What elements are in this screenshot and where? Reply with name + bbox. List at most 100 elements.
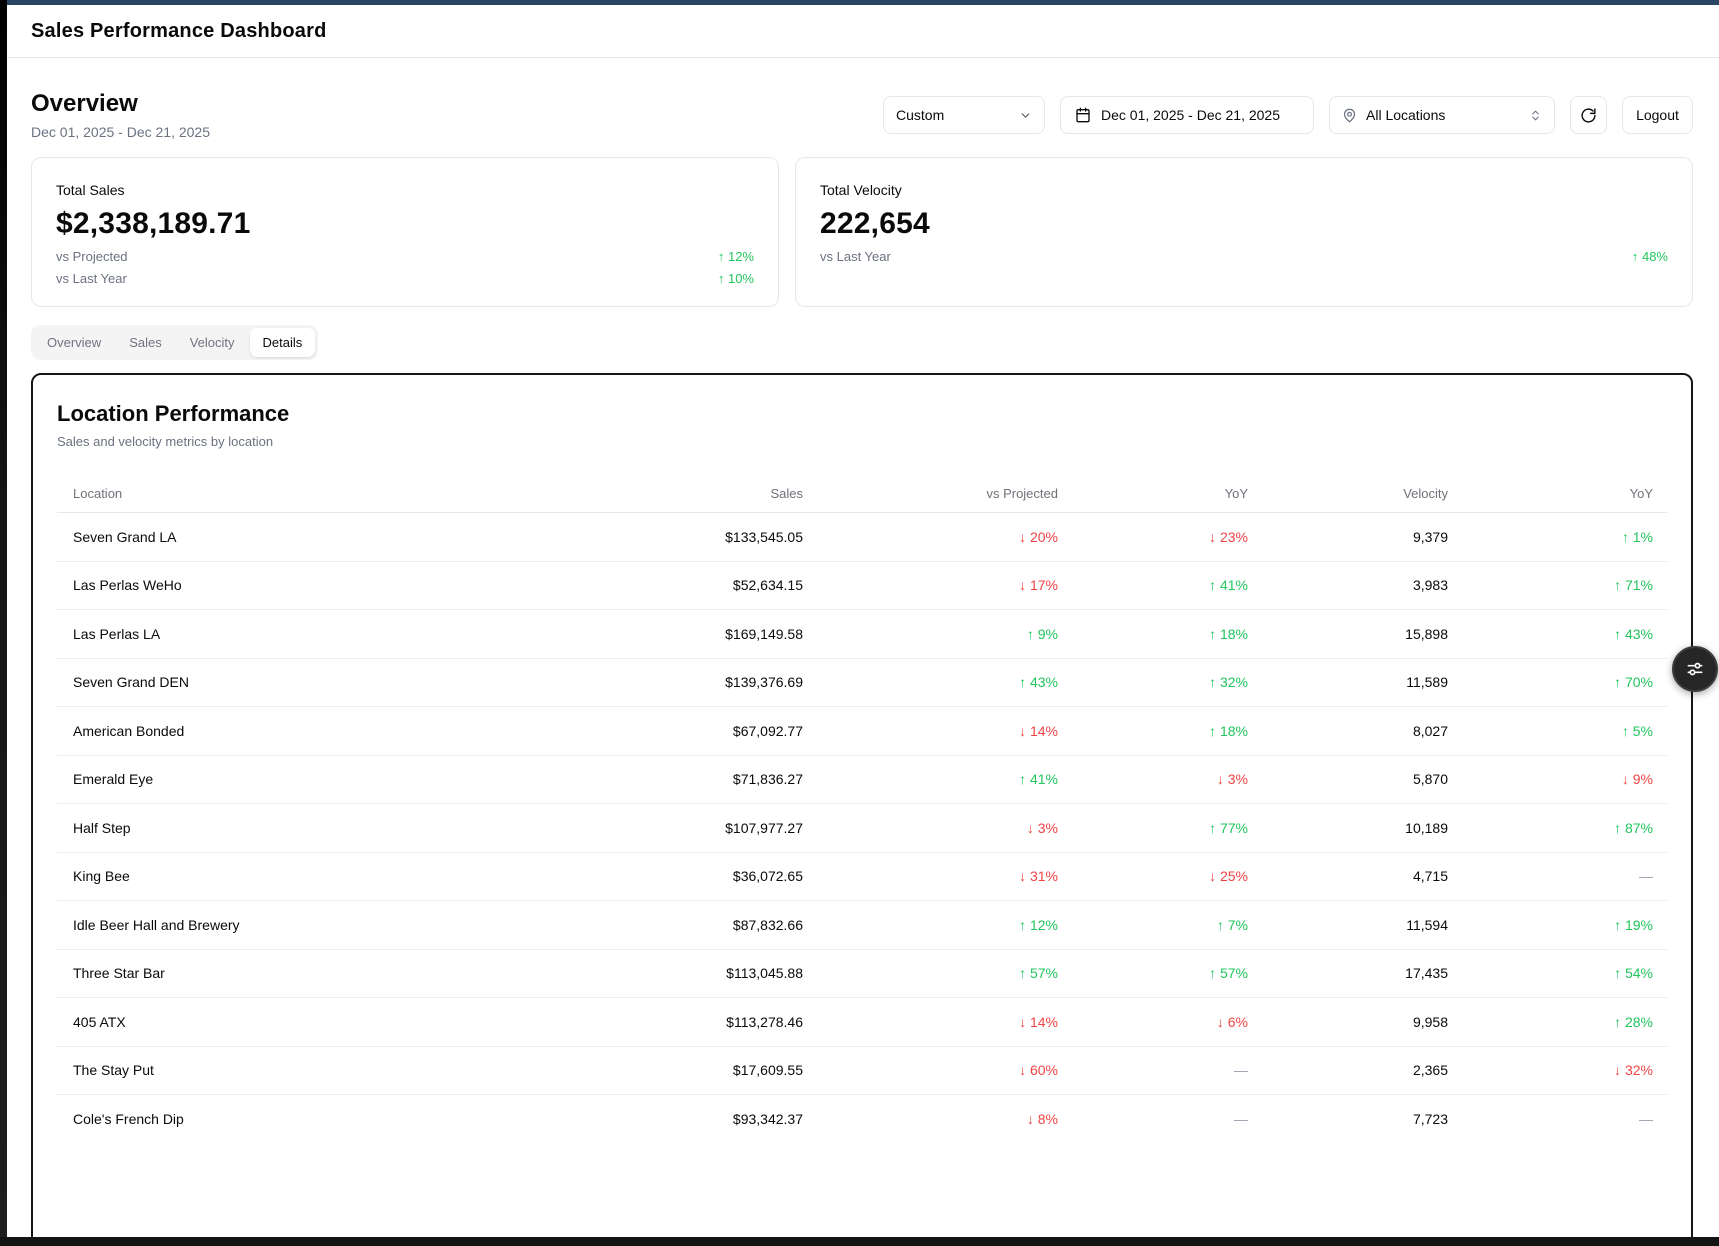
comparison-row: vs Last Year ↑ 48% [820,249,1668,264]
calendar-icon [1075,107,1091,123]
logout-button[interactable]: Logout [1622,96,1693,134]
table-row: Emerald Eye $71,836.27 ↑ 41% ↓ 3% 5,870 … [57,755,1667,804]
view-tabs: Overview Sales Velocity Details [31,325,318,360]
velocity-cell: 9,379 [1248,529,1448,545]
location-cell: Half Step [73,820,588,836]
location-cell: Emerald Eye [73,771,588,787]
date-range-picker[interactable]: Dec 01, 2025 - Dec 21, 2025 [1060,96,1314,134]
total-velocity-label: Total Velocity [820,182,1668,198]
location-cell: Three Star Bar [73,965,588,981]
table-row: Las Perlas WeHo $52,634.15 ↓ 17% ↑ 41% 3… [57,561,1667,610]
comparison-label: vs Last Year [820,249,891,264]
vs-projected-cell: ↑ 41% [803,771,1058,787]
velocity-cell: 7,723 [1248,1111,1448,1127]
sales-cell: $52,634.15 [588,577,803,593]
tab-sales[interactable]: Sales [116,328,175,357]
vs-projected-cell: ↓ 20% [803,529,1058,545]
velocity-cell: 11,589 [1248,674,1448,690]
velocity-cell: 3,983 [1248,577,1448,593]
location-performance-card: Location Performance Sales and velocity … [31,373,1693,1246]
yoy-velocity-cell: ↑ 19% [1448,917,1653,933]
sales-cell: $36,072.65 [588,868,803,884]
comparison-delta: ↑ 12% [718,249,754,264]
chevron-down-icon [1019,109,1032,122]
velocity-cell: 11,594 [1248,917,1448,933]
total-velocity-card: Total Velocity 222,654 vs Last Year ↑ 48… [795,157,1693,307]
sales-cell: $107,977.27 [588,820,803,836]
page-title: Overview [31,90,210,118]
tab-details[interactable]: Details [250,328,316,357]
sales-cell: $71,836.27 [588,771,803,787]
table-row: Half Step $107,977.27 ↓ 3% ↑ 77% 10,189 … [57,803,1667,852]
vs-projected-cell: ↑ 57% [803,965,1058,981]
table-row: Cole's French Dip $93,342.37 ↓ 8% — 7,72… [57,1094,1667,1143]
vs-projected-cell: ↑ 43% [803,674,1058,690]
total-sales-label: Total Sales [56,182,754,198]
column-header-yoy-sales: YoY [1058,486,1248,501]
window-bottom-edge [0,1237,1719,1246]
refresh-button[interactable] [1570,96,1607,134]
yoy-sales-cell: ↑ 18% [1058,626,1248,642]
location-filter-value: All Locations [1366,107,1520,123]
metric-cards: Total Sales $2,338,189.71 vs Projected ↑… [31,157,1693,307]
location-cell: Cole's French Dip [73,1111,588,1127]
vs-projected-cell: ↑ 12% [803,917,1058,933]
overview-section-header: Overview Dec 01, 2025 - Dec 21, 2025 Cus… [31,90,1693,140]
date-range-subtitle: Dec 01, 2025 - Dec 21, 2025 [31,124,210,140]
app-title: Sales Performance Dashboard [31,20,327,43]
tab-overview[interactable]: Overview [34,328,114,357]
comparison-label: vs Projected [56,249,128,264]
window-top-edge [0,0,1719,5]
yoy-velocity-cell: ↑ 1% [1448,529,1653,545]
sales-cell: $87,832.66 [588,917,803,933]
yoy-velocity-cell: ↑ 70% [1448,674,1653,690]
sliders-icon [1685,659,1705,679]
table-header-row: Location Sales vs Projected YoY Velocity… [57,475,1667,512]
yoy-sales-cell: — [1058,1111,1248,1127]
location-cell: The Stay Put [73,1062,588,1078]
yoy-velocity-cell: ↓ 32% [1448,1062,1653,1078]
yoy-sales-cell: ↑ 7% [1058,917,1248,933]
column-header-sales: Sales [588,486,803,501]
table-row: 405 ATX $113,278.46 ↓ 14% ↓ 6% 9,958 ↑ 2… [57,997,1667,1046]
vs-projected-cell: ↓ 14% [803,723,1058,739]
yoy-sales-cell: — [1058,1062,1248,1078]
sales-cell: $139,376.69 [588,674,803,690]
toolbar: Custom Dec 01, 2025 - Dec 21, 2025 All L… [883,96,1693,134]
app-header: Sales Performance Dashboard [7,5,1719,58]
yoy-velocity-cell: ↑ 28% [1448,1014,1653,1030]
yoy-sales-cell: ↑ 77% [1058,820,1248,836]
table-row: Seven Grand LA $133,545.05 ↓ 20% ↓ 23% 9… [57,512,1667,561]
tab-velocity[interactable]: Velocity [177,328,248,357]
column-header-location: Location [73,486,588,501]
comparison-row: vs Last Year ↑ 10% [56,271,754,286]
velocity-cell: 2,365 [1248,1062,1448,1078]
map-pin-icon [1342,108,1357,123]
chevrons-up-down-icon [1529,109,1542,122]
location-cell: Las Perlas WeHo [73,577,588,593]
date-range-value: Dec 01, 2025 - Dec 21, 2025 [1101,107,1280,123]
logout-label: Logout [1636,107,1679,123]
floating-settings-button[interactable] [1672,646,1718,692]
velocity-cell: 10,189 [1248,820,1448,836]
location-cell: King Bee [73,868,588,884]
total-velocity-value: 222,654 [820,207,1668,241]
location-filter-select[interactable]: All Locations [1329,96,1555,134]
table-title: Location Performance [57,401,1667,427]
location-cell: Seven Grand LA [73,529,588,545]
yoy-velocity-cell: — [1448,1111,1653,1127]
yoy-sales-cell: ↑ 41% [1058,577,1248,593]
total-sales-value: $2,338,189.71 [56,207,754,241]
velocity-cell: 8,027 [1248,723,1448,739]
vs-projected-cell: ↑ 9% [803,626,1058,642]
yoy-velocity-cell: ↑ 43% [1448,626,1653,642]
sales-cell: $169,149.58 [588,626,803,642]
sales-cell: $93,342.37 [588,1111,803,1127]
comparison-delta: ↑ 48% [1632,249,1668,264]
yoy-sales-cell: ↓ 6% [1058,1014,1248,1030]
vs-projected-cell: ↓ 17% [803,577,1058,593]
table-row: Las Perlas LA $169,149.58 ↑ 9% ↑ 18% 15,… [57,609,1667,658]
yoy-velocity-cell: ↑ 87% [1448,820,1653,836]
comparison-row: vs Projected ↑ 12% [56,249,754,264]
date-preset-select[interactable]: Custom [883,96,1045,134]
